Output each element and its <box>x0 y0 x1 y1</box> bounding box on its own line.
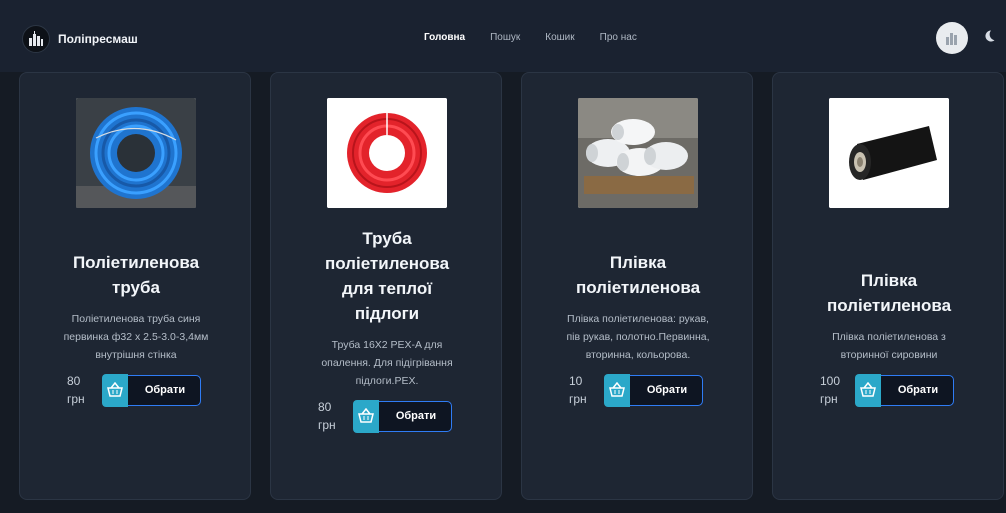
top-navbar: Поліпресмаш Головна Пошук Кошик Про нас <box>0 0 1006 72</box>
select-button[interactable]: Обрати <box>604 373 703 407</box>
price-unit: грн <box>67 392 85 406</box>
nav-home[interactable]: Головна <box>424 32 465 43</box>
basket-icon <box>855 373 881 407</box>
product-price: 80 грн <box>318 398 348 434</box>
buy-row: 100 грн Обрати <box>773 372 1005 408</box>
select-button-label: Обрати <box>646 383 688 396</box>
price-value: 80 <box>67 374 81 388</box>
product-title: Плівка поліетиленова <box>575 253 701 297</box>
product-body: Поліетиленова труба Поліетиленова труба … <box>20 250 252 408</box>
product-image <box>76 98 196 208</box>
main-nav: Головна Пошук Кошик Про нас <box>424 32 662 43</box>
brand-name: Поліпресмаш <box>58 32 138 46</box>
product-body: Труба поліетиленова для теплої підлоги Т… <box>271 226 503 434</box>
product-price: 80 грн <box>67 372 97 408</box>
nav-search[interactable]: Пошук <box>490 32 520 43</box>
buy-row: 80 грн Обрати <box>20 372 252 408</box>
price-value: 100 <box>820 374 841 388</box>
product-price: 10 грн <box>569 372 599 408</box>
select-button-label: Обрати <box>897 383 939 396</box>
avatar-logo-icon <box>946 33 957 45</box>
price-value: 80 <box>318 400 332 414</box>
moon-icon <box>985 30 995 42</box>
nav-cart[interactable]: Кошик <box>545 32 574 43</box>
theme-toggle[interactable] <box>982 29 996 48</box>
product-title: Труба поліетиленова для теплої підлоги <box>324 229 450 323</box>
nav-about[interactable]: Про нас <box>600 32 637 43</box>
product-card: Плівка поліетиленова Плівка поліетиленов… <box>521 72 753 500</box>
basket-icon <box>604 373 630 407</box>
price-unit: грн <box>318 418 336 432</box>
product-description: Поліетиленова труба синя первинка ф32 х … <box>63 313 209 361</box>
product-card: Труба поліетиленова для теплої підлоги Т… <box>270 72 502 500</box>
select-button[interactable]: Обрати <box>353 399 452 433</box>
product-image <box>327 98 447 208</box>
product-body: Плівка поліетиленова Плівка поліетиленов… <box>773 268 1005 408</box>
basket-icon <box>102 373 128 407</box>
product-description: Плівка поліетиленова з вторинної сировин… <box>832 331 946 361</box>
product-image <box>578 98 698 208</box>
product-body: Плівка поліетиленова Плівка поліетиленов… <box>522 250 754 408</box>
product-price: 100 грн <box>820 372 850 408</box>
select-button-label: Обрати <box>395 409 437 422</box>
product-card: Плівка поліетиленова Плівка поліетиленов… <box>772 72 1004 500</box>
product-description: Плівка поліетиленова: рукав, пів рукав, … <box>566 313 710 361</box>
basket-icon <box>353 399 379 433</box>
buy-row: 10 грн Обрати <box>522 372 754 408</box>
select-button[interactable]: Обрати <box>855 373 954 407</box>
product-image <box>829 98 949 208</box>
select-button[interactable]: Обрати <box>102 373 201 407</box>
select-button-label: Обрати <box>144 383 186 396</box>
price-unit: грн <box>820 392 838 406</box>
product-title: Плівка поліетиленова <box>826 271 952 315</box>
buy-row: 80 грн Обрати <box>271 398 503 434</box>
logo-icon <box>22 25 50 53</box>
product-title: Поліетиленова труба <box>72 253 200 297</box>
product-description: Труба 16X2 PEX-A для опалення. Для підіг… <box>321 339 453 387</box>
price-unit: грн <box>569 392 587 406</box>
brand[interactable]: Поліпресмаш <box>22 25 138 53</box>
product-card: Поліетиленова труба Поліетиленова труба … <box>19 72 251 500</box>
avatar[interactable] <box>936 22 968 54</box>
price-value: 10 <box>569 374 583 388</box>
